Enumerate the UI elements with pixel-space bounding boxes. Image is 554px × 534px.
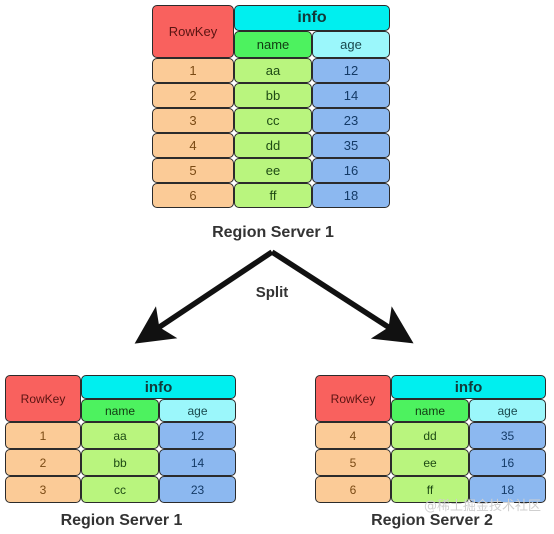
table-row: 6 ff 18	[152, 183, 390, 208]
right-region-table: RowKey info name age 4 dd 35 5 ee 16 6 f…	[315, 375, 546, 503]
column-family-group: info name age	[391, 375, 546, 422]
split-label: Split	[255, 284, 289, 301]
main-table-caption: Region Server 1	[212, 224, 334, 241]
cell-rowkey: 6	[315, 476, 391, 503]
table-row: 2 bb 14	[5, 449, 236, 476]
cell-age: 23	[159, 476, 236, 503]
header-cell-name: name	[391, 399, 469, 422]
watermark: @稀土掘金技术社区	[424, 499, 542, 514]
main-region-table: RowKey info name age 1 aa 12 2 bb 14 3 c…	[152, 5, 390, 208]
cell-rowkey: 3	[5, 476, 81, 503]
cell-age: 12	[312, 58, 390, 83]
diagram-canvas: RowKey info name age 1 aa 12 2 bb 14 3 c…	[0, 0, 554, 534]
header-cell-name: name	[234, 31, 312, 58]
header-cell-rowkey: RowKey	[152, 5, 234, 58]
cell-rowkey: 4	[315, 422, 391, 449]
qualifier-row: name age	[391, 399, 546, 422]
cell-age: 16	[469, 449, 546, 476]
cell-age: 12	[159, 422, 236, 449]
table-row: 4 dd 35	[315, 422, 546, 449]
cell-name: ff	[234, 183, 312, 208]
left-region-table: RowKey info name age 1 aa 12 2 bb 14 3 c…	[5, 375, 236, 503]
qualifier-row: name age	[234, 31, 390, 58]
table-header: RowKey info name age	[5, 375, 236, 422]
header-cell-age: age	[469, 399, 546, 422]
cell-name: aa	[81, 422, 159, 449]
table-row: 1 aa 12	[5, 422, 236, 449]
header-cell-age: age	[312, 31, 390, 58]
cell-rowkey: 6	[152, 183, 234, 208]
table-row: 2 bb 14	[152, 83, 390, 108]
header-cell-info: info	[391, 375, 546, 399]
table-row: 5 ee 16	[152, 158, 390, 183]
table-row: 1 aa 12	[152, 58, 390, 83]
cell-rowkey: 4	[152, 133, 234, 158]
cell-name: bb	[234, 83, 312, 108]
left-table-caption: Region Server 1	[60, 512, 183, 529]
cell-age: 14	[312, 83, 390, 108]
table-row: 5 ee 16	[315, 449, 546, 476]
cell-age: 23	[312, 108, 390, 133]
cell-rowkey: 2	[152, 83, 234, 108]
table-row: 3 cc 23	[5, 476, 236, 503]
right-table-caption: Region Server 2	[371, 512, 493, 529]
cell-age: 35	[469, 422, 546, 449]
table-header: RowKey info name age	[315, 375, 546, 422]
qualifier-row: name age	[81, 399, 236, 422]
header-cell-rowkey: RowKey	[315, 375, 391, 422]
cell-age: 14	[159, 449, 236, 476]
header-cell-rowkey: RowKey	[5, 375, 81, 422]
cell-name: cc	[81, 476, 159, 503]
header-cell-info: info	[81, 375, 236, 399]
cell-rowkey: 5	[315, 449, 391, 476]
cell-name: dd	[391, 422, 469, 449]
cell-age: 16	[312, 158, 390, 183]
header-cell-info: info	[234, 5, 390, 31]
table-header: RowKey info name age	[152, 5, 390, 58]
cell-name: bb	[81, 449, 159, 476]
cell-rowkey: 1	[152, 58, 234, 83]
header-cell-age: age	[159, 399, 236, 422]
cell-name: dd	[234, 133, 312, 158]
cell-name: cc	[234, 108, 312, 133]
cell-rowkey: 3	[152, 108, 234, 133]
cell-name: ee	[391, 449, 469, 476]
column-family-group: info name age	[81, 375, 236, 422]
cell-rowkey: 2	[5, 449, 81, 476]
cell-age: 18	[312, 183, 390, 208]
table-row: 4 dd 35	[152, 133, 390, 158]
cell-age: 35	[312, 133, 390, 158]
table-row: 3 cc 23	[152, 108, 390, 133]
cell-rowkey: 5	[152, 158, 234, 183]
cell-name: aa	[234, 58, 312, 83]
column-family-group: info name age	[234, 5, 390, 58]
cell-rowkey: 1	[5, 422, 81, 449]
header-cell-name: name	[81, 399, 159, 422]
cell-name: ee	[234, 158, 312, 183]
